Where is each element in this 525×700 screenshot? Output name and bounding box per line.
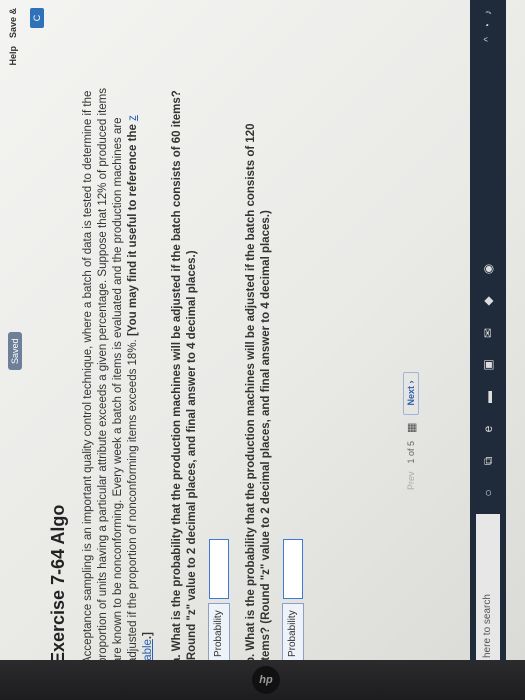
grid-icon[interactable]: ▦ [405,423,418,433]
hint-end: .] [142,632,154,640]
next-button[interactable]: Next › [403,371,419,415]
part-a-probability-input[interactable] [209,539,229,600]
folder-icon[interactable]: ▬ [477,386,499,408]
page-position: 1 of 5 [406,440,416,464]
chevron-right-icon: › [406,380,416,384]
help-link[interactable]: Help [8,46,18,66]
photo-screen: Saved Help Save & C ok nces Exercise 7-6… [0,0,525,700]
system-tray: ^ ◔ ♪ [483,10,494,42]
dropbox-icon[interactable]: ◆ [477,290,499,312]
exercise-content: Exercise 7-64 Algo Acceptance sampling i… [48,84,314,664]
store-icon[interactable]: ▣ [477,354,499,376]
exercise-title: Exercise 7-64 Algo [48,504,68,664]
hp-logo: hp [252,666,280,694]
part-b-probability-label: Probability [282,603,304,664]
part-a-probability-label: Probability [208,603,230,664]
question-pager: Prev 1 of 5 ▦ Next › [400,230,422,490]
check-button[interactable]: C [30,8,44,28]
chrome-icon[interactable]: ◉ [477,258,499,280]
monitor-bezel: hp [0,660,525,700]
next-label: Next [406,386,416,406]
volume-icon[interactable]: ♪ [483,10,494,15]
part-b-probability-input[interactable] [283,539,303,600]
part-b-note: (Round "z" value to 2 decimal places, an… [260,210,272,624]
part-a-question: a. What is the probability that the prod… [170,84,200,664]
part-b-answer-row: Probability [282,84,304,664]
prev-button[interactable]: Prev [406,471,416,490]
taskbar-search-input[interactable]: here to search [476,514,500,664]
network-icon[interactable]: ◔ [483,23,494,29]
tray-chevron-icon[interactable]: ^ [483,37,494,42]
top-bar: Saved Help Save & C [0,0,44,700]
save-exit-link[interactable]: Save & [8,8,18,38]
exercise-intro: Acceptance sampling is an important qual… [81,84,156,664]
rotated-page: Saved Help Save & C ok nces Exercise 7-6… [0,0,525,700]
windows-taskbar: ⊞ here to search ○ ⧉ e ▬ ▣ ✉ ◆ ◉ ^ ◔ ♪ [470,0,506,700]
mail-icon[interactable]: ✉ [477,322,499,344]
edge-icon[interactable]: e [477,418,499,440]
part-b-question: b. What is the probability that the prod… [244,84,274,664]
saved-status-badge: Saved [8,332,22,370]
part-a-answer-row: Probability [208,84,230,664]
hint-text: [You may find it useful to reference the [127,120,139,337]
part-a-note: (Round "z" value to 2 decimal places, an… [186,250,198,664]
task-view-icon[interactable]: ⧉ [477,450,499,472]
part-a-text: a. What is the probability that the prod… [171,90,183,664]
cortana-icon[interactable]: ○ [477,482,499,504]
